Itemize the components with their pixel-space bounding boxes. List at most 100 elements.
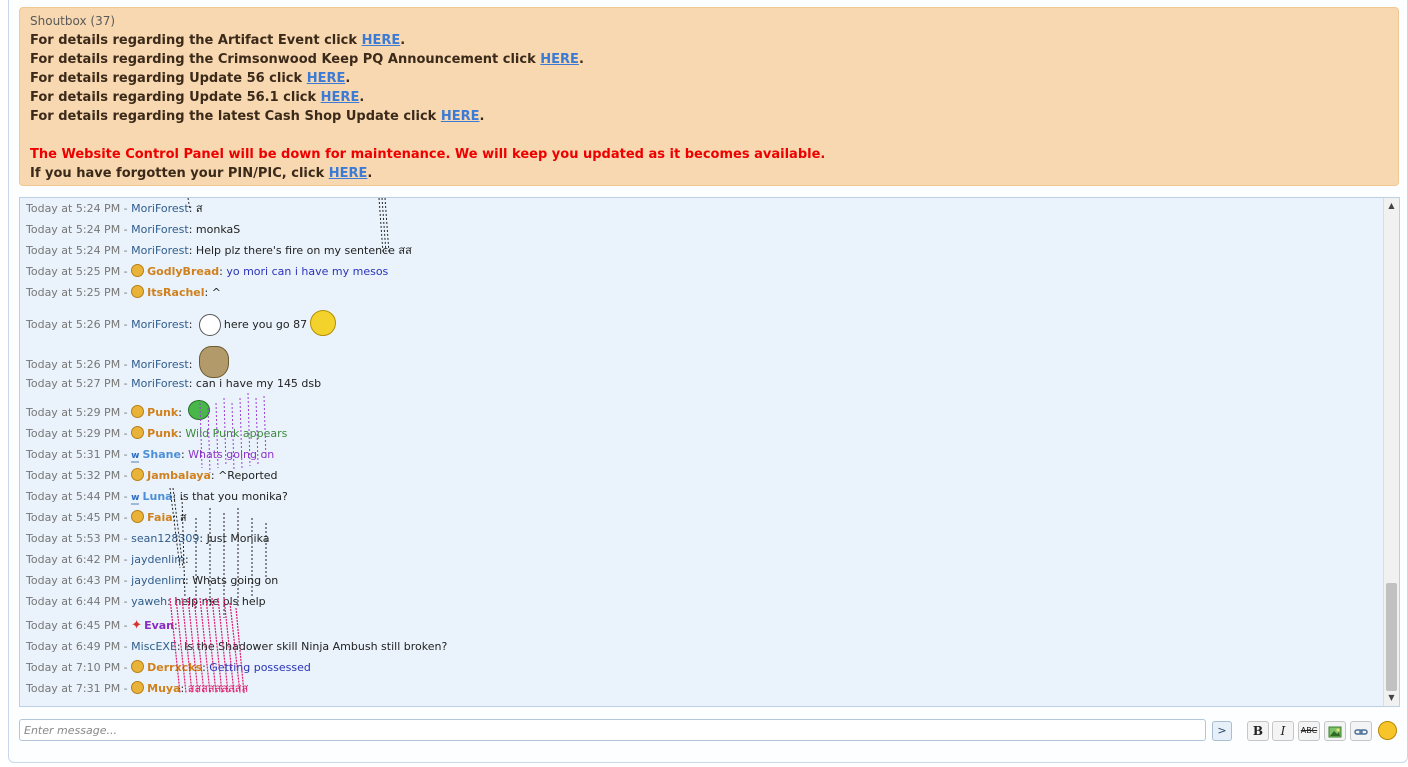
message-input[interactable]	[19, 719, 1206, 741]
notice-text: For details regarding the Crimsonwood Ke…	[30, 52, 541, 67]
message-user[interactable]: Derrxcks	[147, 661, 202, 674]
message-user[interactable]: Shane	[142, 448, 180, 461]
message-user[interactable]: jaydenlim	[131, 553, 185, 566]
chat-message: Today at 5:31 PM - w Shane: Whats going o…	[26, 448, 275, 463]
member-badge-icon	[131, 426, 145, 439]
message-text: ส	[179, 511, 187, 524]
image-icon	[1328, 726, 1342, 737]
message-user[interactable]: MoriForest	[131, 202, 189, 215]
pin-notice: If you have forgotten your PIN/PIC, clic…	[30, 164, 1388, 183]
meso-coin-icon	[310, 310, 337, 336]
frog-emote-icon	[188, 400, 211, 420]
chat-message: Today at 5:29 PM - Punk: Wild Punk appea…	[26, 426, 288, 440]
message-user[interactable]: MoriForest	[131, 377, 189, 390]
italic-button[interactable]: I	[1272, 721, 1294, 741]
notice-text: For details regarding the latest Cash Sh…	[30, 109, 441, 124]
smiley-icon	[1377, 721, 1397, 740]
bold-button[interactable]: B	[1247, 721, 1269, 741]
message-user[interactable]: sean128309	[131, 532, 199, 545]
chat-log[interactable]: Today at 5:24 PM - MoriForest: ส Today a…	[19, 197, 1400, 707]
image-button[interactable]	[1324, 721, 1346, 741]
notice-line: For details regarding the Crimsonwood Ke…	[30, 50, 1388, 69]
message-text: สสสสสสสสส	[187, 682, 249, 695]
chat-message: Today at 6:42 PM - jaydenlim:	[26, 553, 189, 566]
message-user[interactable]: Luna	[142, 490, 172, 503]
chat-message: Today at 5:45 PM - Faia: ส	[26, 510, 187, 524]
notice-text: For details regarding Update 56 click	[30, 71, 307, 86]
message-text: Whats going on	[188, 448, 275, 461]
notice-end: .	[359, 90, 365, 105]
message-time: Today at 6:44 PM	[26, 595, 121, 608]
message-user[interactable]: Jambalaya	[147, 469, 211, 482]
message-time: Today at 5:24 PM	[26, 202, 121, 215]
chat-message: Today at 5:26 PM - MoriForest: here you …	[26, 310, 339, 338]
scroll-thumb[interactable]	[1386, 583, 1397, 691]
chat-message: Today at 5:27 PM - MoriForest: can i hav…	[26, 377, 322, 390]
notice-end: .	[578, 52, 584, 67]
message-user[interactable]: GodlyBread	[147, 265, 219, 278]
message-text: Just Monika	[206, 532, 270, 545]
message-time: Today at 5:53 PM	[26, 532, 121, 545]
chat-message: Today at 5:53 PM - sean128309: Just Moni…	[26, 532, 270, 545]
message-time: Today at 5:24 PM	[26, 223, 121, 236]
member-badge-icon	[131, 468, 145, 481]
message-text: Is the Shadower skill Ninja Ambush still…	[184, 640, 448, 653]
message-user[interactable]: MoriForest	[131, 244, 189, 257]
strikethrough-button[interactable]: ABC	[1298, 721, 1320, 741]
face-emote-icon	[198, 314, 221, 336]
chat-message: Today at 6:45 PM - ✦ Evan:	[26, 615, 178, 636]
message-user[interactable]: yaweh	[131, 595, 167, 608]
message-text: ^Reported	[218, 469, 278, 482]
send-button[interactable]: >	[1212, 721, 1232, 741]
message-time: Today at 7:31 PM	[26, 682, 121, 695]
message-time: Today at 5:29 PM	[26, 427, 121, 440]
message-text: ส	[195, 202, 203, 215]
member-badge-icon	[131, 405, 145, 418]
message-user[interactable]: Punk	[147, 427, 178, 440]
message-time: Today at 5:26 PM	[26, 358, 121, 371]
message-text: yo mori can i have my mesos	[226, 265, 389, 278]
notice-text: For details regarding Update 56.1 click	[30, 90, 321, 105]
artifact-event-link[interactable]: HERE	[362, 33, 401, 48]
message-user[interactable]: MoriForest	[131, 318, 189, 331]
message-user[interactable]: ItsRachel	[147, 286, 204, 299]
chat-message: Today at 5:29 PM - Punk:	[26, 400, 213, 424]
message-user[interactable]: MoriForest	[131, 358, 189, 371]
rank-badge-icon: w	[131, 451, 140, 463]
notice-spacer	[30, 126, 1388, 145]
scroll-up-icon[interactable]: ▲	[1384, 198, 1399, 214]
pin-text: If you have forgotten your PIN/PIC, clic…	[30, 166, 329, 181]
message-user[interactable]: jaydenlim	[131, 574, 185, 587]
emoji-button[interactable]	[1376, 721, 1398, 741]
chat-message: Today at 6:49 PM - MiscEXE: Is the Shado…	[26, 640, 448, 653]
chat-message: Today at 5:44 PM - w Luna: is that you mo…	[26, 490, 288, 505]
message-text: Whats going on	[192, 574, 279, 587]
chat-scrollbar[interactable]: ▲ ▼	[1383, 198, 1399, 706]
message-user[interactable]: Punk	[147, 406, 178, 419]
member-badge-icon	[131, 681, 145, 694]
update-56-1-link[interactable]: HERE	[321, 90, 360, 105]
message-user[interactable]: Evan	[144, 619, 174, 632]
pin-pic-link[interactable]: HERE	[329, 166, 368, 181]
chat-message: Today at 7:31 PM - Muya: สสสสสสสสส	[26, 681, 249, 695]
rank-badge-icon: w	[131, 493, 140, 505]
chat-message: Today at 6:44 PM - yaweh: help me pls he…	[26, 595, 266, 608]
notice-end: .	[400, 33, 406, 48]
scroll-down-icon[interactable]: ▼	[1384, 690, 1399, 706]
message-user[interactable]: Faia	[147, 511, 173, 524]
message-user[interactable]: Muya	[147, 682, 180, 695]
message-text: here you go 87	[223, 318, 308, 331]
message-text: Help plz there's fire on my sentence สส	[195, 244, 412, 257]
crimsonwood-keep-link[interactable]: HERE	[540, 52, 579, 67]
link-button[interactable]	[1350, 721, 1372, 741]
notice-end: .	[345, 71, 351, 86]
message-time: Today at 5:24 PM	[26, 244, 121, 257]
member-badge-icon	[131, 264, 145, 277]
notice-text: For details regarding the Artifact Event…	[30, 33, 362, 48]
member-badge-icon	[131, 660, 145, 673]
message-user[interactable]: MoriForest	[131, 223, 189, 236]
message-user[interactable]: MiscEXE	[131, 640, 177, 653]
update-56-link[interactable]: HERE	[307, 71, 346, 86]
message-time: Today at 5:31 PM	[26, 448, 121, 461]
cash-shop-update-link[interactable]: HERE	[441, 109, 480, 124]
